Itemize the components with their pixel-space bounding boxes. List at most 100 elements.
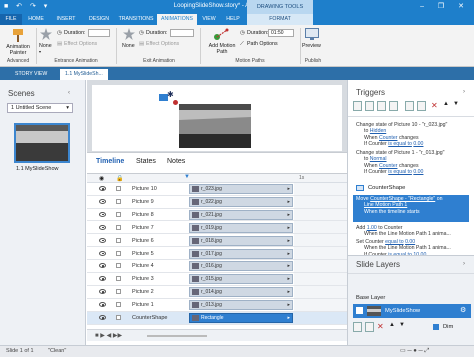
visibility-icon[interactable] — [99, 237, 106, 243]
table-row[interactable]: Picture 1 r_013.jpg ▸ — [87, 299, 347, 312]
visibility-icon[interactable] — [99, 263, 106, 269]
move-up-icon[interactable]: ▲ — [443, 101, 449, 107]
lock-checkbox[interactable] — [116, 186, 121, 191]
tab-notes[interactable]: Notes — [167, 158, 185, 165]
collapse-icon[interactable]: › — [463, 89, 465, 95]
base-layer-row[interactable]: MySlideShow ⚙ — [353, 304, 471, 318]
table-row[interactable]: Picture 7 r_019.jpg ▸ — [87, 222, 347, 235]
timeline-bar[interactable]: r_019.jpg ▸ — [189, 222, 293, 233]
timeline-bar[interactable]: r_021.jpg ▸ — [189, 209, 293, 220]
tab-format[interactable]: FORMAT — [247, 14, 313, 25]
visibility-icon[interactable] — [99, 186, 106, 191]
checkbox-icon[interactable] — [356, 307, 363, 314]
exit-duration-input[interactable] — [170, 29, 194, 37]
object-link[interactable]: CounterShape - "Rectangle" — [370, 196, 435, 202]
playhead-icon[interactable]: ▼ — [184, 174, 190, 180]
lock-checkbox[interactable] — [116, 276, 121, 282]
timeline-bar[interactable]: Rectangle ▸ — [189, 313, 293, 323]
tab-view[interactable]: VIEW — [198, 14, 220, 25]
motion-duration-input[interactable]: 01:50 — [268, 29, 294, 37]
entrance-dropdown-arrow[interactable]: ▾ — [39, 49, 41, 54]
story-view-tab[interactable]: STORY VIEW — [10, 69, 52, 80]
move-down-icon[interactable]: ▼ — [399, 322, 405, 328]
table-row[interactable]: Picture 4 r_016.jpg ▸ — [87, 260, 347, 274]
variables-icon[interactable] — [405, 101, 414, 111]
lock-checkbox[interactable] — [116, 263, 121, 269]
tab-help[interactable]: HELP — [222, 14, 244, 25]
timeline-bar[interactable]: r_022.jpg ▸ — [189, 196, 293, 207]
lock-header-icon[interactable]: 🔒 — [116, 175, 123, 182]
table-row[interactable]: Picture 5 r_017.jpg ▸ — [87, 248, 347, 261]
lock-checkbox[interactable] — [116, 289, 121, 295]
table-row[interactable]: Picture 3 r_015.jpg ▸ — [87, 273, 347, 286]
trigger-section-countershape[interactable]: CounterShape — [368, 185, 405, 191]
value-link[interactable]: 0.00 — [413, 169, 423, 175]
new-trigger-icon[interactable] — [353, 101, 362, 111]
preview-button[interactable]: Preview — [302, 43, 321, 49]
path-options-button[interactable]: Path Options — [247, 41, 278, 47]
tab-home[interactable]: HOME — [24, 14, 48, 25]
slide-thumbnail[interactable] — [14, 123, 70, 163]
visibility-icon[interactable] — [99, 302, 106, 308]
value-link[interactable]: 1.00 — [367, 225, 377, 231]
zoom-slider[interactable] — [147, 335, 207, 337]
state-link[interactable]: Normal — [370, 156, 387, 162]
timeline-bar[interactable]: r_014.jpg ▸ — [189, 287, 293, 298]
zoom-controls[interactable]: ▭ ─ ● ─ ⤢ — [400, 347, 429, 355]
trigger-move-countershape[interactable]: Move CounterShape - "Rectangle" on Line … — [353, 195, 469, 222]
state-link[interactable]: Hidden — [370, 128, 386, 134]
new-layer-icon[interactable] — [353, 322, 362, 332]
lock-checkbox[interactable] — [116, 237, 121, 243]
table-row[interactable]: Picture 8 r_021.jpg ▸ — [87, 209, 347, 222]
slide-photo[interactable] — [179, 104, 251, 148]
entrance-star-icon[interactable] — [40, 28, 52, 40]
visibility-icon[interactable] — [99, 224, 106, 230]
tab-design[interactable]: DESIGN — [83, 14, 115, 25]
copy-trigger-icon[interactable] — [377, 101, 386, 111]
notes-icon[interactable] — [417, 101, 426, 111]
exit-effect-options[interactable]: Effect Options — [146, 41, 179, 47]
move-up-icon[interactable]: ▲ — [389, 322, 395, 328]
timeline-bar[interactable]: r_018.jpg ▸ — [189, 235, 293, 246]
add-motion-path-button[interactable]: Add Motion Path — [204, 43, 240, 55]
tab-states[interactable]: States — [136, 158, 156, 165]
trigger-hide-picture-10[interactable]: Change state of Picture 10 - "r_023.jpg"… — [356, 122, 447, 148]
visibility-icon[interactable] — [99, 250, 106, 256]
visibility-icon[interactable] — [99, 211, 106, 217]
lock-checkbox[interactable] — [116, 198, 121, 204]
window-controls[interactable]: – ❐ ✕ — [420, 2, 470, 10]
timeline-bar[interactable]: r_013.jpg ▸ — [189, 300, 293, 311]
timeline-bar[interactable]: r_016.jpg ▸ — [189, 261, 293, 272]
timeline-bar[interactable]: r_017.jpg ▸ — [189, 248, 293, 259]
exit-none-label[interactable]: None — [122, 43, 135, 49]
lock-checkbox[interactable] — [116, 315, 121, 320]
visibility-icon[interactable] — [99, 198, 106, 204]
gear-icon[interactable]: ⚙ — [460, 306, 466, 314]
delete-trigger-icon[interactable]: ✕ — [431, 101, 438, 110]
tab-animations[interactable]: ANIMATIONS — [157, 14, 197, 25]
collapse-icon[interactable]: ‹ — [68, 90, 70, 96]
condition-link[interactable]: is equal to — [388, 141, 412, 147]
table-row[interactable]: Picture 10 r_023.jpg ▸ — [87, 183, 347, 196]
motion-path-link[interactable]: Line Motion Path 1 — [356, 202, 407, 208]
table-row[interactable]: CounterShape Rectangle ▸ — [87, 312, 347, 325]
paste-trigger-icon[interactable] — [389, 101, 398, 111]
motion-path-icon[interactable] — [213, 27, 229, 41]
preview-icon[interactable] — [305, 28, 319, 40]
value-link[interactable]: 0.00 — [405, 239, 415, 245]
animation-painter-button[interactable] — [9, 27, 27, 43]
value-link[interactable]: 0.00 — [413, 141, 423, 147]
exit-star-icon[interactable] — [123, 28, 135, 40]
edit-trigger-icon[interactable] — [365, 101, 374, 111]
slide-tab-myslideshow[interactable]: 1.1 MySlideSh... — [60, 69, 108, 80]
duplicate-layer-icon[interactable] — [365, 322, 374, 332]
collapse-icon[interactable]: › — [463, 261, 465, 267]
tab-insert[interactable]: INSERT — [50, 14, 82, 25]
visibility-icon[interactable] — [99, 289, 106, 295]
entrance-effect-options[interactable]: Effect Options — [64, 41, 97, 47]
table-row[interactable]: Picture 6 r_018.jpg ▸ — [87, 235, 347, 248]
variable-link[interactable]: Counter — [379, 135, 397, 141]
timeline-bar[interactable]: r_015.jpg ▸ — [189, 274, 293, 285]
delete-layer-icon[interactable]: ✕ — [377, 322, 384, 331]
visibility-icon[interactable] — [99, 315, 106, 320]
